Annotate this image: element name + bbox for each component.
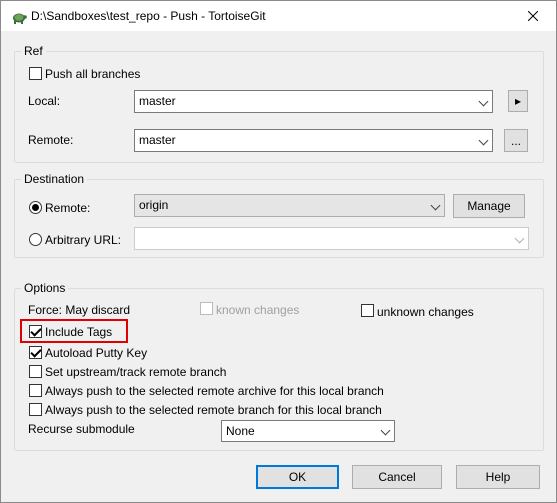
local-arrow-button[interactable]: ▸ bbox=[508, 90, 528, 112]
include-tags-highlight-box bbox=[20, 319, 128, 343]
autoload-putty-key-checkbox[interactable] bbox=[29, 346, 42, 359]
remote-radio[interactable] bbox=[29, 201, 42, 214]
chevron-down-icon bbox=[380, 425, 391, 436]
remote-branch-combo[interactable]: master bbox=[134, 129, 493, 152]
destination-group-label: Destination bbox=[21, 172, 88, 186]
ref-remote-label: Remote: bbox=[28, 133, 74, 147]
close-icon bbox=[528, 11, 538, 21]
push-dialog-window: D:\Sandboxes\test_repo - Push - Tortoise… bbox=[0, 0, 557, 503]
ok-button[interactable]: OK bbox=[256, 465, 339, 489]
manage-button[interactable]: Manage bbox=[453, 194, 525, 218]
set-upstream-checkbox[interactable] bbox=[29, 365, 42, 378]
chevron-down-icon bbox=[430, 200, 441, 211]
ref-group-label: Ref bbox=[21, 44, 46, 58]
help-button-label: Help bbox=[485, 470, 511, 484]
push-all-branches-label[interactable]: Push all branches bbox=[45, 67, 140, 81]
arbitrary-url-radio[interactable] bbox=[29, 233, 42, 246]
unknown-changes-checkbox[interactable] bbox=[361, 304, 374, 317]
help-button[interactable]: Help bbox=[456, 465, 540, 489]
chevron-down-icon bbox=[514, 233, 525, 244]
always-push-branch-label[interactable]: Always push to the selected remote branc… bbox=[45, 403, 382, 417]
destination-remote-combo[interactable]: origin bbox=[134, 194, 445, 217]
known-changes-label[interactable]: known changes bbox=[216, 303, 299, 317]
always-push-archive-checkbox[interactable] bbox=[29, 384, 42, 397]
chevron-down-icon bbox=[478, 96, 489, 107]
force-label: Force: May discard bbox=[28, 303, 131, 317]
always-push-archive-label[interactable]: Always push to the selected remote archi… bbox=[45, 384, 384, 398]
close-button[interactable] bbox=[510, 1, 556, 31]
remote-browse-button[interactable]: ... bbox=[504, 129, 528, 152]
arbitrary-url-label[interactable]: Arbitrary URL: bbox=[45, 233, 121, 247]
manage-button-label: Manage bbox=[467, 199, 511, 213]
local-label: Local: bbox=[28, 94, 61, 108]
recurse-submodule-value: None bbox=[226, 424, 255, 438]
destination-remote-value: origin bbox=[139, 198, 169, 212]
cancel-button-label: Cancel bbox=[378, 470, 416, 484]
set-upstream-label[interactable]: Set upstream/track remote branch bbox=[45, 365, 226, 379]
recurse-submodule-label: Recurse submodule bbox=[28, 422, 135, 436]
known-changes-checkbox[interactable] bbox=[200, 302, 213, 315]
push-all-branches-checkbox[interactable] bbox=[29, 67, 42, 80]
recurse-submodule-combo[interactable]: None bbox=[221, 420, 395, 442]
always-push-branch-checkbox[interactable] bbox=[29, 403, 42, 416]
autoload-putty-key-label[interactable]: Autoload Putty Key bbox=[45, 346, 147, 360]
ok-button-label: OK bbox=[288, 470, 307, 484]
remote-branch-value: master bbox=[139, 133, 176, 147]
ellipsis-icon: ... bbox=[510, 133, 521, 148]
destination-remote-label[interactable]: Remote: bbox=[45, 201, 90, 215]
tortoisegit-app-icon bbox=[13, 13, 27, 24]
play-arrow-icon: ▸ bbox=[514, 94, 522, 108]
options-group-label: Options bbox=[21, 281, 69, 295]
cancel-button[interactable]: Cancel bbox=[352, 465, 442, 489]
local-branch-combo[interactable]: master bbox=[134, 90, 493, 113]
window-title: D:\Sandboxes\test_repo - Push - Tortoise… bbox=[31, 9, 266, 23]
title-bar: D:\Sandboxes\test_repo - Push - Tortoise… bbox=[1, 1, 556, 31]
arbitrary-url-combo[interactable] bbox=[134, 227, 529, 250]
chevron-down-icon bbox=[478, 135, 489, 146]
local-branch-value: master bbox=[139, 94, 176, 108]
unknown-changes-label[interactable]: unknown changes bbox=[377, 305, 474, 319]
